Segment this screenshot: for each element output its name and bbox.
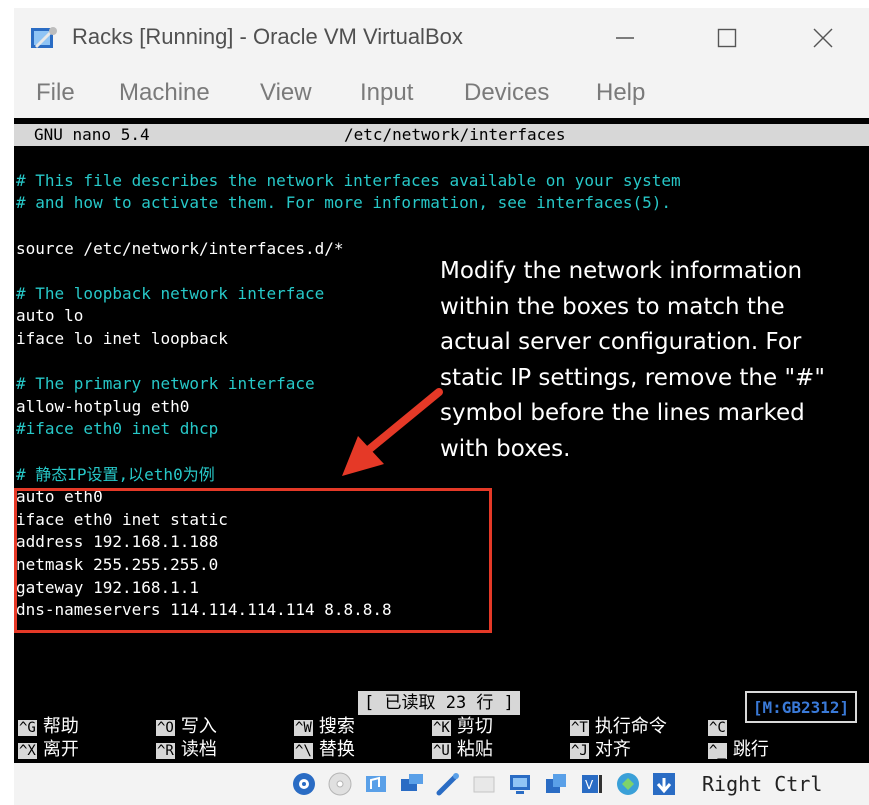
close-button[interactable] <box>800 18 846 58</box>
annotation-text: Modify the network information within th… <box>440 258 825 462</box>
title-bar[interactable]: Racks [Running] - Oracle VM VirtualBox <box>14 8 869 66</box>
maximize-icon <box>717 28 737 48</box>
display-icon[interactable] <box>507 771 533 797</box>
file-line: # The primary network interface <box>16 374 315 393</box>
mouse-integration-icon[interactable] <box>615 771 641 797</box>
shortcut-replace: ^\ 替换 <box>294 738 355 763</box>
shortcut-exit: ^X 离开 <box>18 738 79 763</box>
video-capture-icon[interactable] <box>543 771 569 797</box>
shortcut-label: 跳行 <box>732 739 769 760</box>
shortcut-key: ^O <box>156 720 175 736</box>
shortcut-cut: ^K 剪切 <box>432 715 493 740</box>
nano-title-bar: GNU nano 5.4 /etc/network/interfaces <box>14 124 869 146</box>
shortcut-go-to-line: ^_ 跳行 <box>708 738 769 763</box>
shortcut-key: ^T <box>570 720 589 736</box>
svg-text:V: V <box>585 778 594 792</box>
shortcut-location: ^C <box>708 715 733 740</box>
virtualbox-app-icon <box>31 27 57 49</box>
shortcut-read-file: ^R 读档 <box>156 738 217 763</box>
file-line: # This file describes the network interf… <box>16 171 681 190</box>
shortcut-search: ^W 搜索 <box>294 715 355 740</box>
shortcut-label: 剪切 <box>456 716 493 737</box>
annotation-arrow <box>342 388 443 476</box>
shortcut-label: 离开 <box>42 739 79 760</box>
menu-help[interactable]: Help <box>596 79 645 107</box>
cpu-icon[interactable]: V <box>579 771 605 797</box>
shortcut-label: 粘贴 <box>456 739 493 760</box>
shortcut-write-out: ^O 写入 <box>156 715 217 740</box>
maximize-button[interactable] <box>704 18 750 58</box>
menu-view[interactable]: View <box>260 79 312 107</box>
nano-filename: /etc/network/interfaces <box>344 125 566 144</box>
shortcut-help: ^G 帮助 <box>18 715 79 740</box>
file-line: iface lo inet loopback <box>16 329 228 348</box>
vm-status-bar: V Right Ctrl <box>14 763 869 805</box>
audio-icon[interactable] <box>363 771 389 797</box>
file-line: source /etc/network/interfaces.d/* <box>16 239 344 258</box>
menu-bar: File Machine View Input Devices Help <box>14 70 869 118</box>
keyboard-icon[interactable] <box>651 771 677 797</box>
shortcut-label: 读档 <box>180 739 217 760</box>
file-line: #iface eth0 inet dhcp <box>16 419 219 438</box>
shortcut-execute: ^T 执行命令 <box>570 715 667 740</box>
shortcut-key: ^J <box>570 743 589 759</box>
close-icon <box>813 28 833 48</box>
shortcut-label: 执行命令 <box>594 716 667 737</box>
shortcut-key: ^W <box>294 720 313 736</box>
host-key-label: Right Ctrl <box>702 772 823 796</box>
file-line: auto lo <box>16 306 84 325</box>
window-title: Racks [Running] - Oracle VM VirtualBox <box>72 24 463 49</box>
shortcut-label: 替换 <box>318 739 355 760</box>
menu-input[interactable]: Input <box>360 79 413 107</box>
vm-display[interactable]: GNU nano 5.4 /etc/network/interfaces # T… <box>14 118 869 763</box>
shortcut-key: ^G <box>18 720 37 736</box>
shortcut-key: ^U <box>432 743 451 759</box>
highlight-box <box>14 488 492 633</box>
shortcut-key: ^R <box>156 743 175 759</box>
file-line: # 静态IP设置,以eth0为例 <box>16 465 215 484</box>
hard-disk-icon[interactable] <box>291 771 317 797</box>
shortcut-label: 帮助 <box>42 716 79 737</box>
shortcut-justify: ^J 对齐 <box>570 738 631 763</box>
minimize-button[interactable] <box>602 18 648 58</box>
menu-file[interactable]: File <box>36 79 75 107</box>
shortcut-label: 搜索 <box>318 716 355 737</box>
shortcut-paste: ^U 粘贴 <box>432 738 493 763</box>
shortcut-key: ^\ <box>294 743 313 759</box>
menu-machine[interactable]: Machine <box>119 79 210 107</box>
shortcut-label: 对齐 <box>594 739 631 760</box>
shortcut-key: ^X <box>18 743 37 759</box>
file-line: # The loopback network interface <box>16 284 325 303</box>
nano-version: GNU nano 5.4 <box>34 125 150 144</box>
network-icon[interactable] <box>399 771 425 797</box>
optical-drive-icon[interactable] <box>327 771 353 797</box>
usb-icon[interactable] <box>435 771 461 797</box>
minimize-icon <box>616 37 634 39</box>
menu-devices[interactable]: Devices <box>464 79 549 107</box>
file-line: allow-hotplug eth0 <box>16 397 190 416</box>
encoding-badge: [M:GB2312] <box>745 691 857 723</box>
shortcut-key: ^_ <box>708 743 727 759</box>
shortcut-key: ^C <box>708 720 727 736</box>
shortcut-key: ^K <box>432 720 451 736</box>
nano-status-message: [ 已读取 23 行 ] <box>358 691 520 715</box>
shared-folder-icon[interactable] <box>471 771 497 797</box>
shortcut-label: 写入 <box>180 716 217 737</box>
file-line: # and how to activate them. For more inf… <box>16 193 672 212</box>
virtualbox-window: Racks [Running] - Oracle VM VirtualBox F… <box>14 8 869 805</box>
